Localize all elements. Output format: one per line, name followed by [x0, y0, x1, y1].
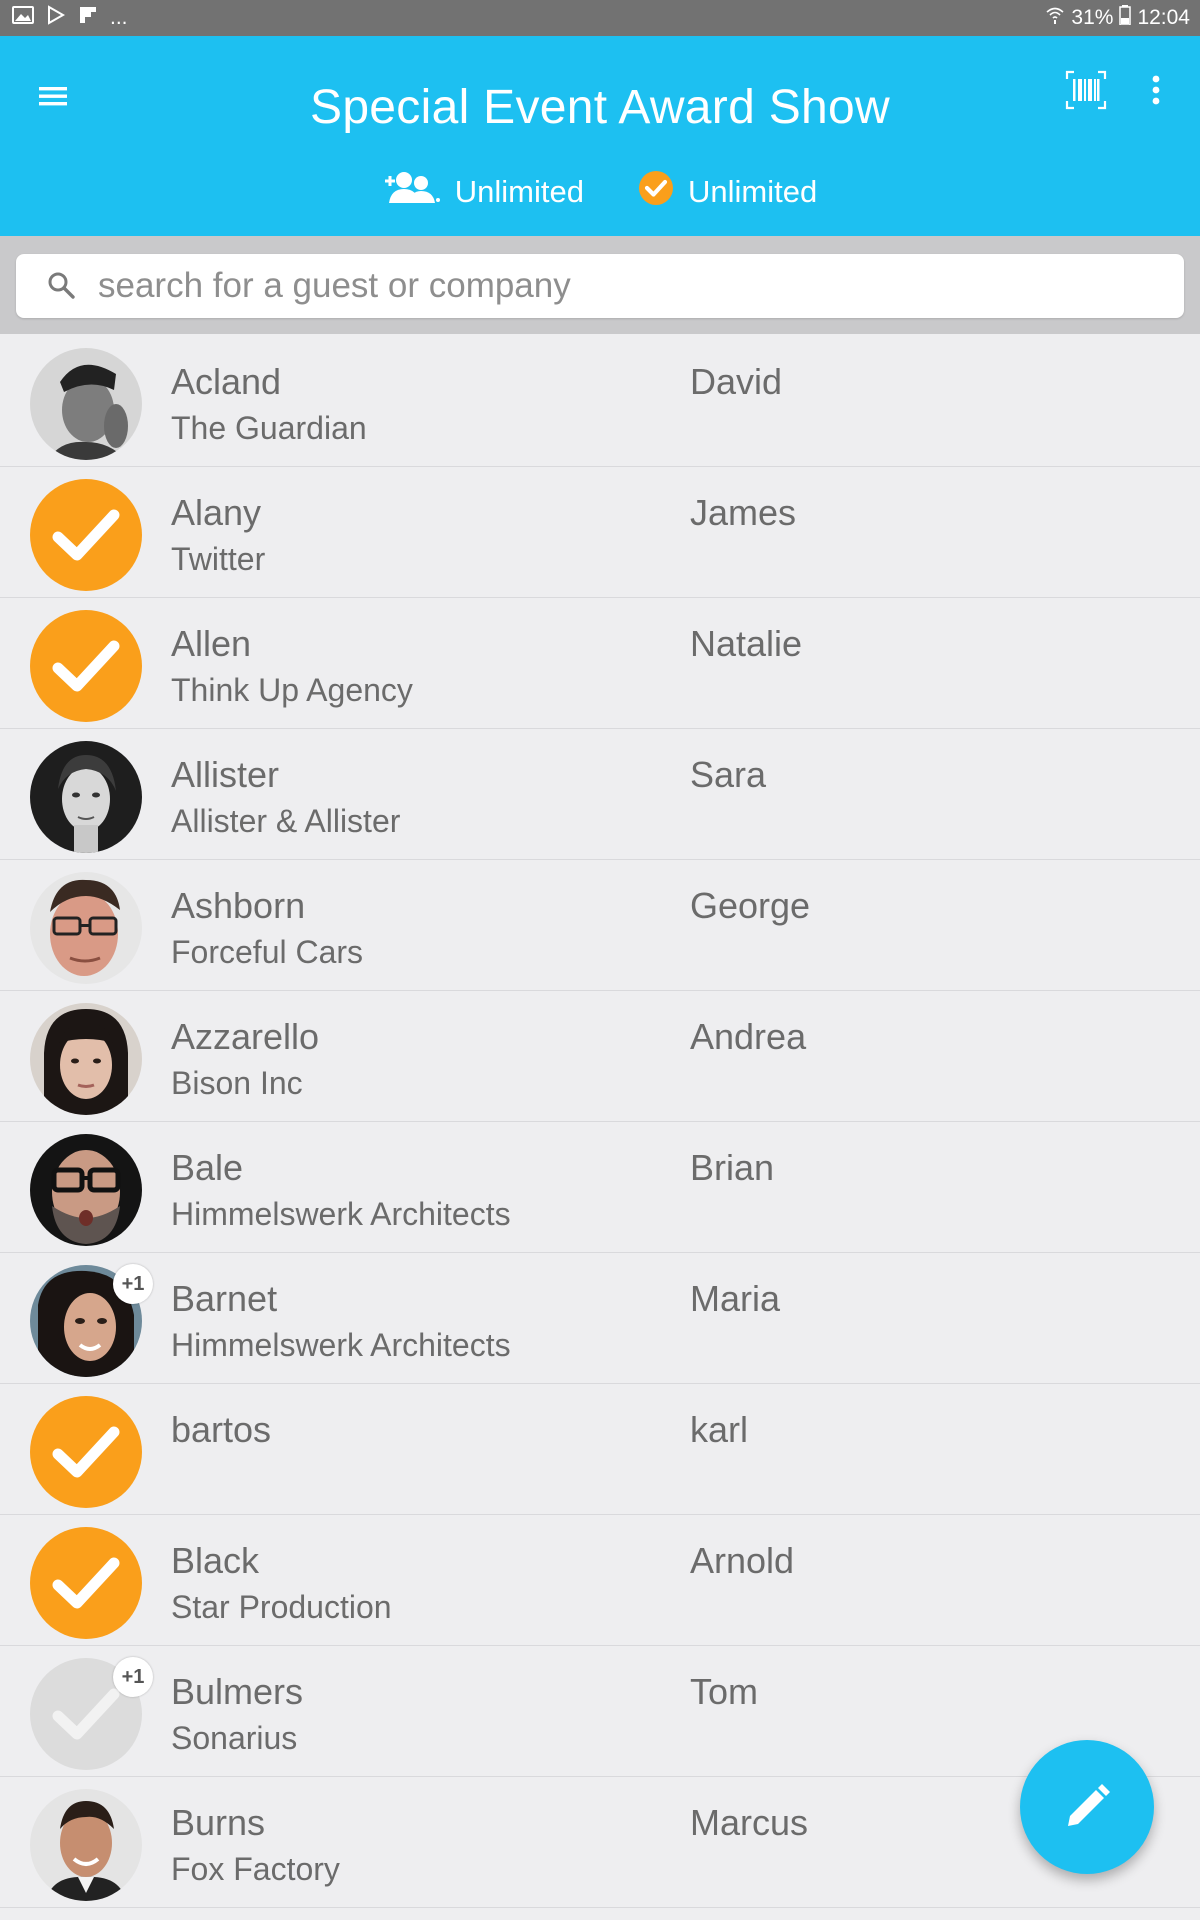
guest-last-name: bartos	[171, 1409, 272, 1450]
guest-row[interactable]: Acland The Guardian David	[0, 336, 1200, 467]
wifi-icon	[1045, 5, 1065, 31]
avatar	[30, 348, 142, 460]
checked-in-icon[interactable]	[30, 1396, 142, 1508]
status-bar: ... 31% 12:04	[0, 0, 1200, 36]
avatar	[30, 1789, 142, 1901]
search-bar	[0, 236, 1200, 334]
battery-icon	[1119, 5, 1132, 31]
guest-first-name: Arnold	[690, 1540, 795, 1581]
plus-one-badge: +1	[113, 1657, 153, 1697]
guest-first-name: Andrea	[690, 1016, 807, 1057]
guest-last-name: Allister	[171, 754, 280, 795]
overflow-menu-icon[interactable]	[1138, 66, 1174, 114]
search-input[interactable]	[98, 254, 1158, 318]
guest-list: Acland The Guardian David Alany Twitter …	[0, 336, 1200, 1908]
gallery-icon	[12, 5, 34, 31]
guest-first-name: Maria	[690, 1278, 781, 1319]
avatar	[30, 872, 142, 984]
battery-percent: 31%	[1071, 6, 1114, 29]
status-system: 31% 12:04	[1045, 5, 1190, 31]
guest-first-name: Brian	[690, 1147, 775, 1188]
guest-first-name: Marcus	[690, 1802, 809, 1843]
guest-company: Fox Factory	[171, 1851, 340, 1887]
guest-company: Allister & Allister	[171, 803, 401, 839]
checked-in-icon	[638, 170, 674, 214]
guest-last-name: Bulmers	[171, 1671, 304, 1712]
play-store-icon	[46, 5, 66, 31]
guest-last-name: Burns	[171, 1802, 266, 1843]
plus-one-badge: +1	[113, 1264, 153, 1304]
app-bar: Special Event Award Show Unlimited Unlim…	[0, 36, 1200, 236]
guest-first-name: karl	[690, 1409, 749, 1450]
guest-company: Sonarius	[171, 1720, 298, 1756]
checked-in-icon[interactable]	[30, 479, 142, 591]
guest-company: Star Production	[171, 1589, 392, 1625]
edit-fab-button[interactable]	[1020, 1740, 1154, 1874]
status-notifications: ...	[12, 5, 128, 31]
guest-last-name: Black	[171, 1540, 260, 1581]
avatar	[30, 1134, 142, 1246]
guest-company: Twitter	[171, 541, 266, 577]
guest-last-name: Bale	[171, 1147, 244, 1188]
guest-row[interactable]: +1 Barnet Himmelswerk Architects Maria	[0, 1253, 1200, 1384]
guest-row[interactable]: bartos karl	[0, 1384, 1200, 1515]
guest-last-name: Alany	[171, 492, 262, 533]
guest-first-name: Tom	[690, 1671, 759, 1712]
guest-first-name: David	[690, 361, 783, 402]
guest-company: Forceful Cars	[171, 934, 364, 970]
guest-capacity-label: Unlimited	[454, 174, 584, 209]
guest-first-name: Natalie	[690, 623, 803, 664]
page-title: Special Event Award Show	[310, 81, 890, 134]
event-stats: Unlimited Unlimited	[0, 164, 1200, 220]
guest-first-name: Sara	[690, 754, 767, 795]
search-box[interactable]	[16, 254, 1184, 318]
guest-row[interactable]: Azzarello Bison Inc Andrea	[0, 991, 1200, 1122]
pencil-icon	[1068, 1784, 1110, 1826]
guest-row[interactable]: Ashborn Forceful Cars George	[0, 860, 1200, 991]
guests-icon	[383, 170, 441, 214]
checked-in-icon[interactable]	[30, 610, 142, 722]
guest-company: Think Up Agency	[171, 672, 413, 708]
guest-company: The Guardian	[171, 410, 367, 446]
more-notifications-text: ...	[110, 6, 128, 29]
checked-in-label: Unlimited	[688, 174, 818, 209]
guest-row[interactable]: Black Star Production Arnold	[0, 1515, 1200, 1646]
guest-last-name: Allen	[171, 623, 252, 664]
guest-row[interactable]: Allister Allister & Allister Sara	[0, 729, 1200, 860]
clock: 12:04	[1137, 6, 1190, 29]
guest-row[interactable]: +1 Bulmers Sonarius Tom	[0, 1646, 1200, 1777]
search-icon	[46, 270, 78, 302]
guest-row[interactable]: Bale Himmelswerk Architects Brian	[0, 1122, 1200, 1253]
guest-company: Himmelswerk Architects	[171, 1196, 511, 1232]
guest-row[interactable]: Allen Think Up Agency Natalie	[0, 598, 1200, 729]
guest-first-name: James	[690, 492, 797, 533]
flipboard-icon	[78, 5, 98, 31]
barcode-scanner-icon[interactable]	[1064, 68, 1108, 112]
checked-in-icon[interactable]	[30, 1527, 142, 1639]
guest-last-name: Barnet	[171, 1278, 278, 1319]
guest-capacity-stat: Unlimited	[383, 170, 584, 214]
avatar	[30, 741, 142, 853]
guest-company: Bison Inc	[171, 1065, 303, 1101]
guest-last-name: Azzarello	[171, 1016, 320, 1057]
guest-company: Himmelswerk Architects	[171, 1327, 511, 1363]
checked-in-stat: Unlimited	[638, 170, 817, 214]
avatar	[30, 1003, 142, 1115]
guest-last-name: Acland	[171, 361, 282, 402]
guest-row[interactable]: Alany Twitter James	[0, 467, 1200, 598]
guest-last-name: Ashborn	[171, 885, 306, 926]
guest-first-name: George	[690, 885, 811, 926]
